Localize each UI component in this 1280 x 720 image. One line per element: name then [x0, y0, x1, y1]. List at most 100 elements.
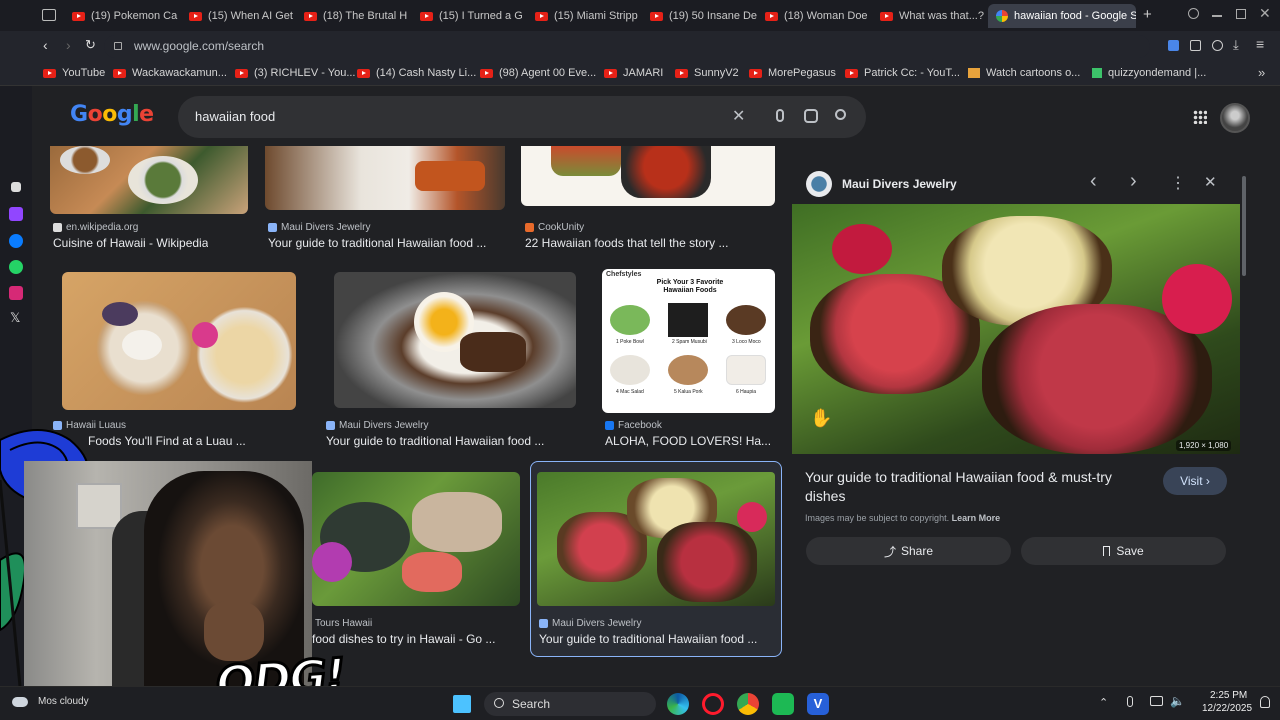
tab-2[interactable]: (15) When AI Get	[189, 4, 297, 28]
lens-icon[interactable]	[804, 109, 818, 123]
bookmark-item[interactable]: (3) RICHLEV - You...	[235, 67, 356, 79]
bookmark-item[interactable]: quizzyondemand |...	[1092, 67, 1206, 79]
more-options-icon[interactable]: ⋮	[1170, 173, 1186, 193]
visit-button[interactable]: Visit ›	[1163, 467, 1227, 495]
bookmark-item[interactable]: Patrick Cc: - YouT...	[845, 67, 960, 79]
search-icon[interactable]	[835, 109, 846, 120]
weather-widget[interactable]: Mos cloudy	[12, 696, 89, 707]
avatar[interactable]	[1220, 103, 1250, 133]
search-box[interactable]: hawaiian food ✕	[178, 96, 866, 138]
tab-actions-icon[interactable]	[42, 9, 56, 21]
extension-icon[interactable]	[1168, 40, 1179, 51]
close-window-button[interactable]: ✕	[1259, 5, 1271, 22]
maximize-button[interactable]	[1236, 9, 1246, 19]
tab-5[interactable]: (15) Miami Stripp	[535, 4, 643, 28]
bookmark-item[interactable]: (98) Agent 00 Eve...	[480, 67, 596, 79]
panel-title[interactable]: Your guide to traditional Hawaiian food …	[805, 468, 1145, 506]
panel-site-name[interactable]: Maui Divers Jewelry	[842, 177, 957, 191]
chrome-icon[interactable]	[737, 693, 759, 715]
result-caption[interactable]: 22 Hawaiian foods that tell the story ..…	[525, 236, 728, 250]
result-image-luau-plate[interactable]	[62, 272, 296, 410]
clock-date[interactable]: 12/22/2025	[1202, 703, 1252, 714]
result-source[interactable]: CookUnity	[525, 222, 584, 233]
bookmark-item[interactable]: MorePegasus	[749, 67, 836, 79]
result-source[interactable]: Maui Divers Jewelry	[326, 420, 428, 431]
result-source[interactable]: Facebook	[605, 420, 662, 431]
more-bookmarks-icon[interactable]: »	[1258, 65, 1265, 80]
opera-icon[interactable]	[702, 693, 724, 715]
reload-icon[interactable]: ↻	[85, 37, 96, 53]
app-green-icon[interactable]	[772, 693, 794, 715]
result-image-poke-selected[interactable]: Maui Divers Jewelry Your guide to tradit…	[530, 461, 782, 657]
next-image-icon[interactable]: ›	[1130, 170, 1137, 193]
taskbar-search[interactable]: Search	[484, 692, 656, 716]
download-icon[interactable]: ⤓	[1233, 37, 1239, 53]
new-tab-button[interactable]: +	[1143, 6, 1152, 23]
search-tabs-icon[interactable]	[1188, 8, 1199, 19]
bookmark-item[interactable]: YouTube	[43, 67, 105, 79]
result-caption[interactable]: Your guide to traditional Hawaiian food …	[268, 236, 486, 250]
prev-image-icon[interactable]: ‹	[1090, 170, 1097, 193]
tray-chevron-icon[interactable]: ⌃	[1099, 696, 1108, 709]
tab-active-google[interactable]: hawaiian food - Google Se	[988, 4, 1136, 28]
menu-icon[interactable]: ≡	[1256, 36, 1264, 52]
bookmark-item[interactable]: (14) Cash Nasty Li...	[357, 67, 476, 79]
learn-more-link[interactable]: Learn More	[952, 513, 1001, 523]
result-caption[interactable]: food dishes to try in Hawaii - Go ...	[312, 632, 495, 646]
close-panel-icon[interactable]: ✕	[1204, 173, 1217, 191]
result-image-infographic[interactable]: Chefstyles Pick Your 3 Favorite Hawaiian…	[602, 269, 775, 413]
save-button[interactable]: Save	[1021, 537, 1226, 565]
clear-icon[interactable]: ✕	[732, 106, 745, 126]
result-image-poi[interactable]	[50, 146, 248, 214]
clock-time[interactable]: 2:25 PM	[1210, 690, 1247, 701]
google-logo[interactable]: Google	[70, 102, 154, 127]
edge-icon[interactable]	[667, 693, 689, 715]
result-source[interactable]: Maui Divers Jewelry	[268, 222, 370, 233]
tab-3[interactable]: (18) The Brutal H	[304, 4, 412, 28]
tab-4[interactable]: (15) I Turned a G	[420, 4, 528, 28]
tab-8[interactable]: What was that...?	[880, 4, 988, 28]
forward-icon[interactable]: ›	[66, 37, 71, 53]
bookmark-item[interactable]: JAMARI	[604, 67, 663, 79]
share-button[interactable]: ⤴ Share	[806, 537, 1011, 565]
volume-icon[interactable]: 🔈	[1170, 694, 1185, 708]
result-caption[interactable]: ALOHA, FOOD LOVERS! Ha...	[605, 434, 775, 448]
app-v-icon[interactable]: V	[807, 693, 829, 715]
mic-icon[interactable]	[1127, 696, 1133, 707]
twitch-icon[interactable]	[9, 207, 23, 221]
x-icon[interactable]: 𝕏	[10, 310, 20, 326]
panel-scrollbar[interactable]	[1242, 176, 1246, 276]
voice-search-icon[interactable]	[776, 109, 784, 122]
result-image-spam-musubi[interactable]	[521, 146, 775, 206]
result-source[interactable]: Maui Divers Jewelry	[539, 618, 641, 629]
result-source[interactable]: Tours Hawaii	[315, 618, 372, 629]
result-caption[interactable]: Cuisine of Hawaii - Wikipedia	[53, 236, 208, 250]
result-image-plate[interactable]	[265, 146, 505, 210]
profile-icon[interactable]	[1212, 40, 1223, 51]
bookmark-item[interactable]: SunnyV2	[675, 67, 739, 79]
tab-7[interactable]: (18) Woman Doe	[765, 4, 873, 28]
tab-1[interactable]: (19) Pokemon Ca	[72, 4, 180, 28]
tab-6[interactable]: (19) 50 Insane De	[650, 4, 758, 28]
start-button[interactable]	[453, 695, 471, 713]
apps-icon[interactable]	[1193, 110, 1207, 124]
result-caption[interactable]: Foods You'll Find at a Luau ...	[88, 434, 246, 448]
address-bar[interactable]: www.google.com/search	[104, 35, 1150, 58]
bookmark-item[interactable]: Watch cartoons o...	[968, 67, 1080, 79]
messenger-icon[interactable]	[9, 234, 23, 248]
result-caption[interactable]: Your guide to traditional Hawaiian food …	[539, 632, 757, 646]
puzzle-icon[interactable]	[1190, 40, 1201, 51]
back-icon[interactable]: ‹	[43, 37, 48, 53]
instagram-icon[interactable]	[9, 286, 23, 300]
bookmark-item[interactable]: Wackawackamun...	[113, 67, 227, 79]
site-favicon[interactable]	[806, 171, 832, 197]
notification-icon[interactable]	[1260, 696, 1270, 708]
sidebar-app-icon[interactable]	[11, 182, 21, 192]
result-source[interactable]: en.wikipedia.org	[53, 222, 138, 233]
search-input[interactable]: hawaiian food	[195, 109, 275, 124]
result-image-laulau[interactable]	[312, 472, 520, 606]
network-icon[interactable]	[1150, 696, 1163, 706]
preview-image[interactable]: 1,920 × 1,080	[792, 204, 1240, 454]
minimize-button[interactable]	[1212, 15, 1222, 17]
result-caption[interactable]: Your guide to traditional Hawaiian food …	[326, 434, 544, 448]
